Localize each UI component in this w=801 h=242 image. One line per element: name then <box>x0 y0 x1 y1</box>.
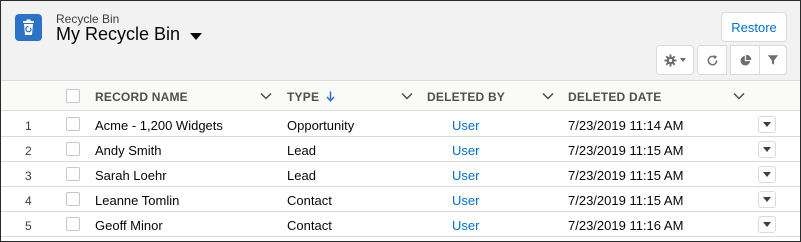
record-name-cell: Sarah Loehr <box>95 168 167 183</box>
refresh-button[interactable] <box>697 45 727 75</box>
record-name-cell: Leanne Tomlin <box>95 193 180 208</box>
chevron-down-icon <box>763 147 771 152</box>
row-number: 3 <box>25 169 32 183</box>
table-row: 3 Sarah Loehr Lead User 7/23/2019 11:15 … <box>1 162 800 187</box>
chart-icon <box>740 54 751 65</box>
chevron-down-icon[interactable] <box>733 91 745 101</box>
chevron-down-icon <box>680 58 686 62</box>
chevron-down-icon[interactable] <box>260 91 272 101</box>
row-checkbox[interactable] <box>66 117 80 131</box>
deleted-date-cell: 7/23/2019 11:15 AM <box>568 193 684 208</box>
row-actions-button[interactable] <box>758 216 776 233</box>
chart-button[interactable] <box>730 45 760 75</box>
chevron-down-icon <box>763 197 771 202</box>
deleted-by-link[interactable]: User <box>452 218 479 233</box>
filter-button[interactable] <box>759 45 787 75</box>
list-view-selector[interactable]: My Recycle Bin <box>56 24 203 45</box>
deleted-by-link[interactable]: User <box>452 193 479 208</box>
row-checkbox[interactable] <box>66 142 80 156</box>
table-row: 5 Geoff Minor Contact User 7/23/2019 11:… <box>1 212 800 237</box>
chevron-down-icon[interactable] <box>190 32 203 40</box>
page-header: Recycle Bin My Recycle Bin Restore <box>1 1 800 81</box>
column-header-type-label: TYPE <box>287 90 320 104</box>
type-cell: Lead <box>287 143 316 158</box>
refresh-icon <box>707 54 717 65</box>
table-header: RECORD NAME TYPE DELETED BY DELETED DATE <box>1 82 800 111</box>
row-number: 1 <box>25 119 32 133</box>
row-actions-button[interactable] <box>758 191 776 208</box>
column-header-deleted-date[interactable]: DELETED DATE <box>568 90 662 104</box>
column-header-record-name[interactable]: RECORD NAME <box>95 90 188 104</box>
type-cell: Lead <box>287 168 316 183</box>
row-actions-button[interactable] <box>758 141 776 158</box>
table-row: 1 Acme - 1,200 Widgets Opportunity User … <box>1 112 800 137</box>
chevron-down-icon <box>763 172 771 177</box>
filter-icon <box>767 55 779 65</box>
deleted-by-link[interactable]: User <box>452 143 479 158</box>
row-checkbox[interactable] <box>66 192 80 206</box>
restore-button[interactable]: Restore <box>721 12 787 42</box>
record-name-cell: Geoff Minor <box>95 218 163 233</box>
deleted-date-cell: 7/23/2019 11:15 AM <box>568 168 684 183</box>
row-checkbox[interactable] <box>66 167 80 181</box>
gear-icon <box>664 53 677 67</box>
chevron-down-icon[interactable] <box>401 91 413 101</box>
recycle-bin-view: Recycle Bin My Recycle Bin Restore RECOR… <box>0 0 801 242</box>
table-row: 2 Andy Smith Lead User 7/23/2019 11:15 A… <box>1 137 800 162</box>
column-header-type[interactable]: TYPE <box>287 90 335 104</box>
chevron-down-icon[interactable] <box>542 91 554 101</box>
select-all-checkbox[interactable] <box>66 89 80 103</box>
deleted-date-cell: 7/23/2019 11:16 AM <box>568 218 684 233</box>
page-title: My Recycle Bin <box>56 24 181 44</box>
chevron-down-icon <box>763 222 771 227</box>
type-cell: Contact <box>287 218 332 233</box>
deleted-date-cell: 7/23/2019 11:15 AM <box>568 143 684 158</box>
row-actions-button[interactable] <box>758 166 776 183</box>
deleted-by-link[interactable]: User <box>452 168 479 183</box>
recycle-bin-icon <box>15 14 42 41</box>
row-actions-button[interactable] <box>758 116 776 133</box>
chevron-down-icon <box>763 122 771 127</box>
column-header-deleted-by[interactable]: DELETED BY <box>427 90 505 104</box>
type-cell: Opportunity <box>287 118 355 133</box>
row-number: 4 <box>25 194 32 208</box>
deleted-by-link[interactable]: User <box>452 118 479 133</box>
row-number: 2 <box>25 144 32 158</box>
row-checkbox[interactable] <box>66 217 80 231</box>
list-settings-button[interactable] <box>656 45 694 75</box>
type-cell: Contact <box>287 193 332 208</box>
row-number: 5 <box>25 219 32 233</box>
table-row: 4 Leanne Tomlin Contact User 7/23/2019 1… <box>1 187 800 212</box>
deleted-date-cell: 7/23/2019 11:14 AM <box>568 118 684 133</box>
record-name-cell: Andy Smith <box>95 143 162 158</box>
sort-arrow-down-icon <box>326 91 335 102</box>
record-name-cell: Acme - 1,200 Widgets <box>95 118 223 133</box>
